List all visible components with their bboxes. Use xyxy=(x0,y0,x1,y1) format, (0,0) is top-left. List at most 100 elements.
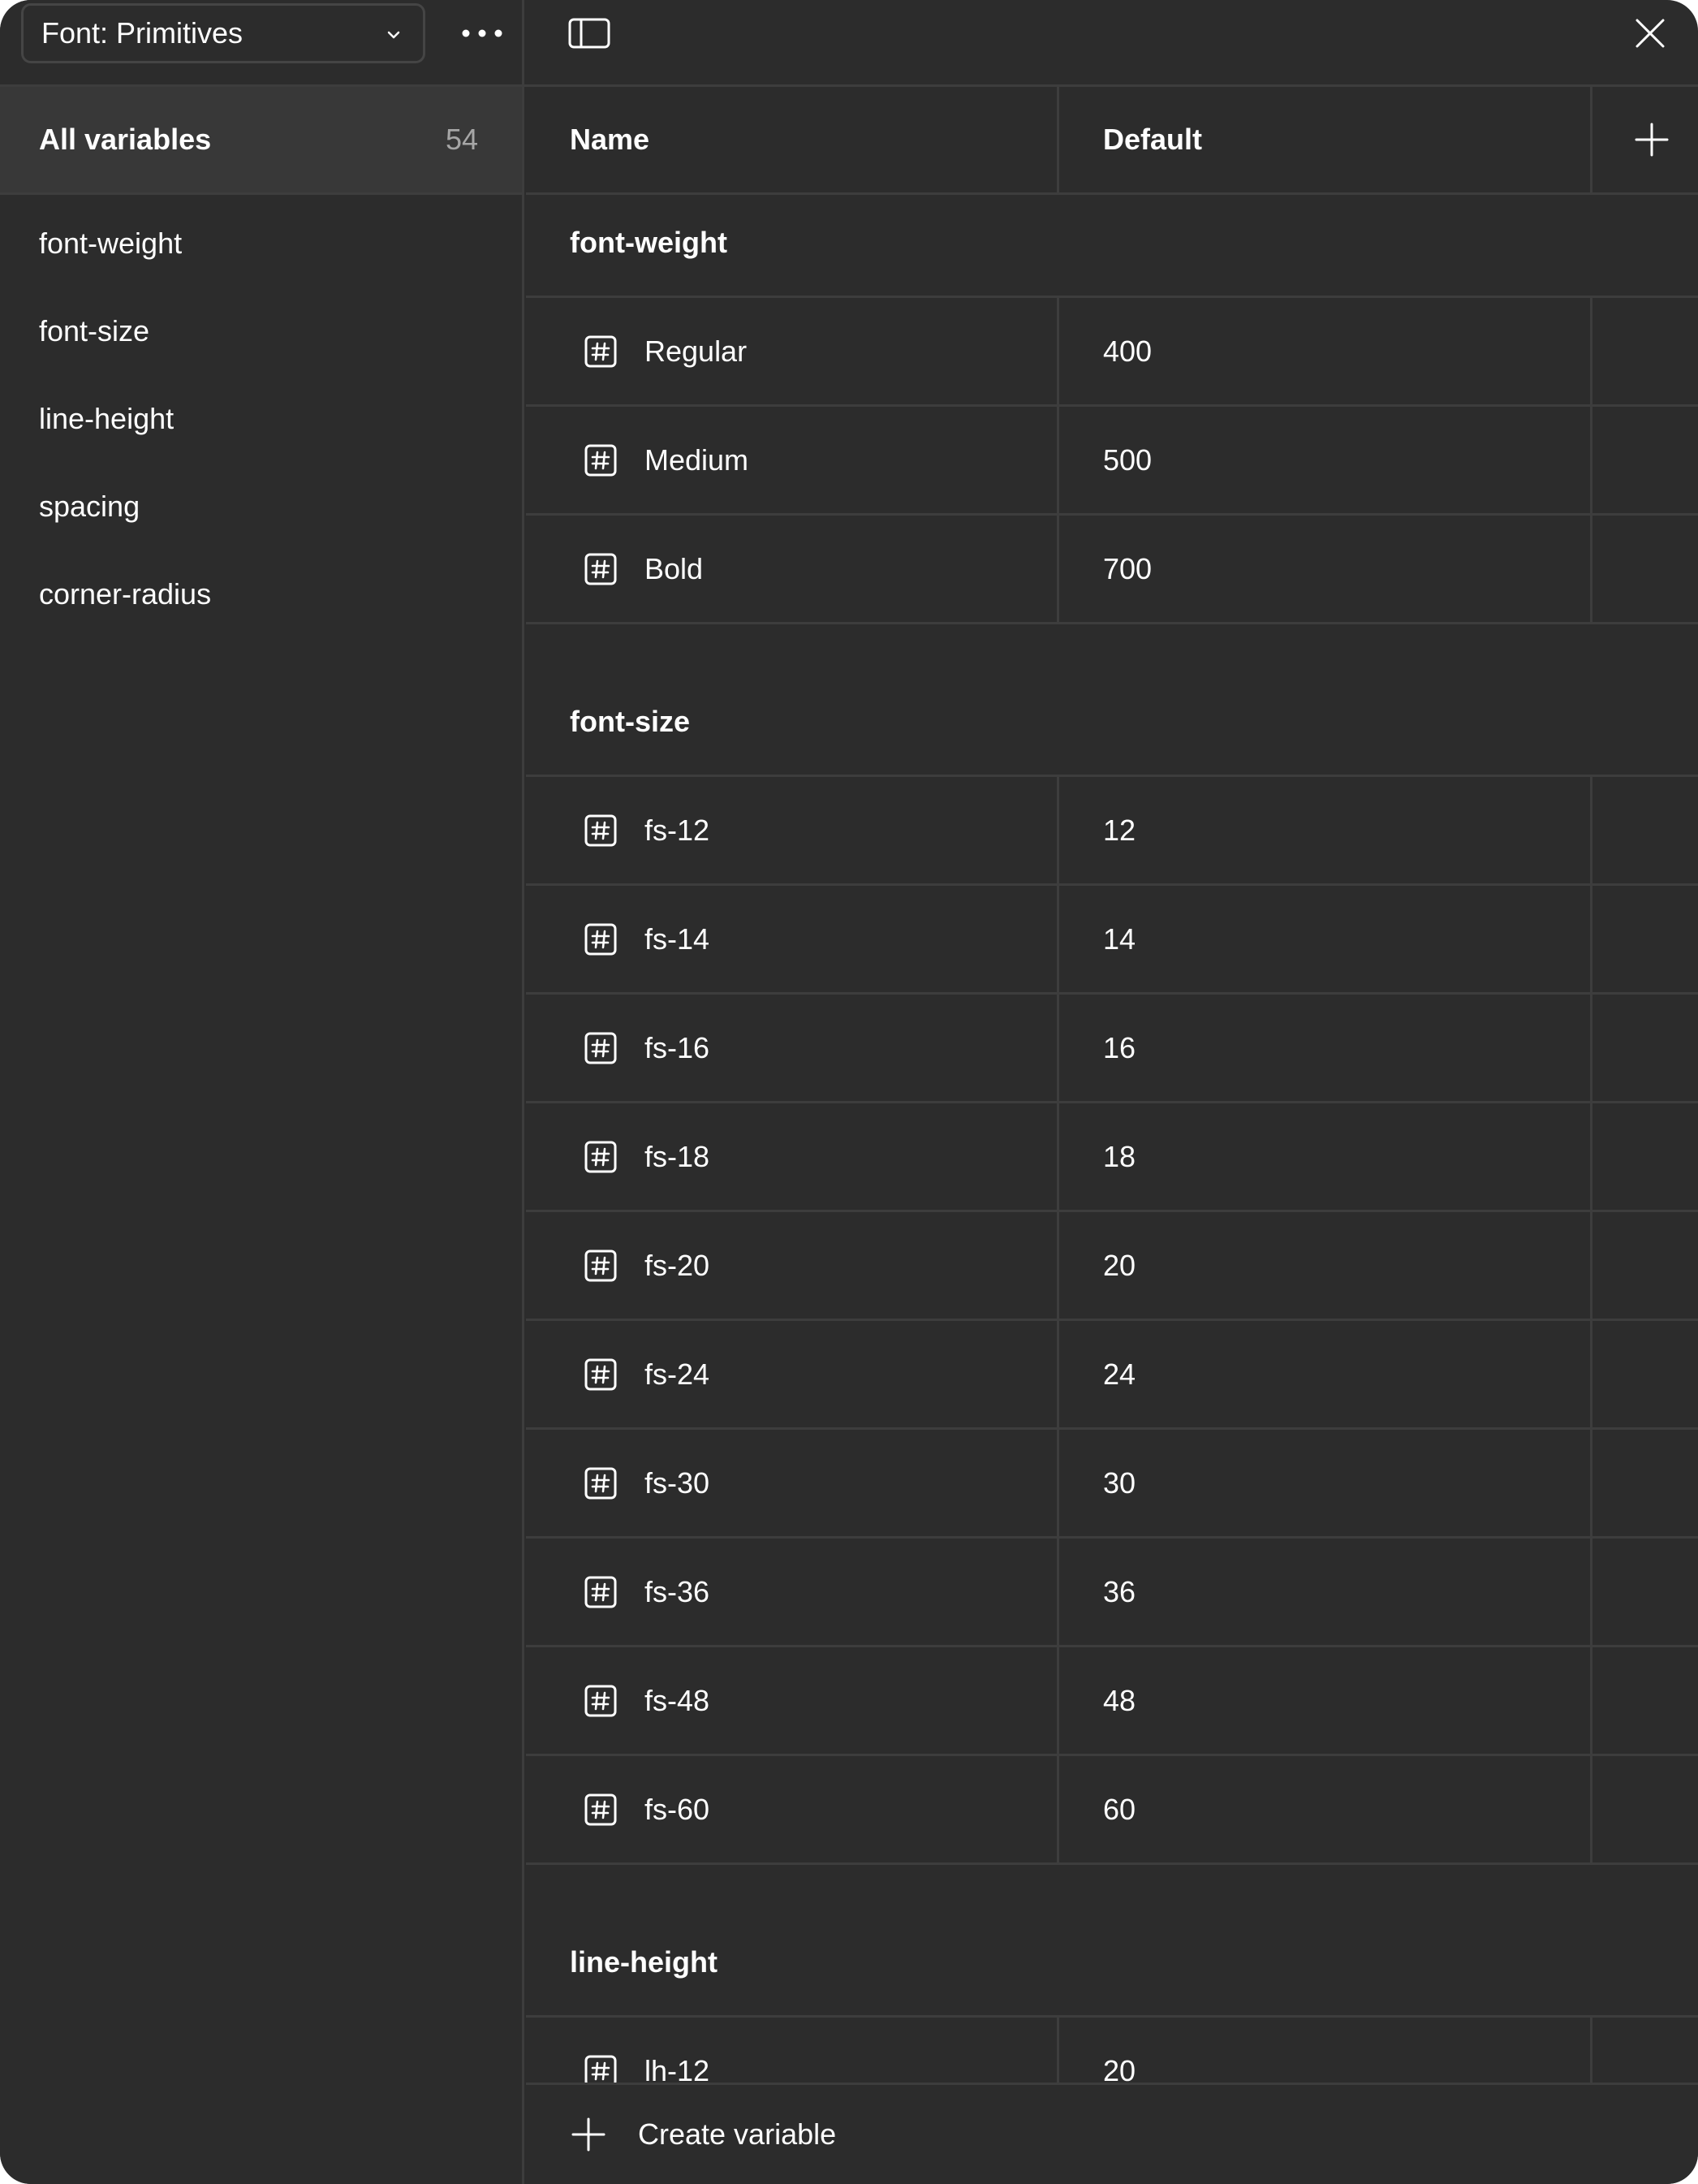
variable-name: fs-14 xyxy=(644,922,710,956)
name-cell: fs-12 xyxy=(526,777,1059,883)
variables-window: Font: Primitives All variables 54 font-w… xyxy=(0,0,1698,2184)
sidebar-item-font-weight[interactable]: font-weight xyxy=(0,218,522,305)
table-header: Name Default xyxy=(526,87,1698,195)
variable-value[interactable]: 400 xyxy=(1059,298,1592,404)
variable-value[interactable]: 700 xyxy=(1059,516,1592,622)
all-variables-count: 54 xyxy=(445,123,478,156)
variable-name: fs-60 xyxy=(644,1792,710,1826)
group-title-line-height: line-height xyxy=(526,1865,1698,2018)
sidebar-item-font-size[interactable]: font-size xyxy=(0,305,522,393)
variable-name: Regular xyxy=(644,334,748,368)
table-row[interactable]: fs-60 60 xyxy=(526,1756,1698,1865)
name-cell: Regular xyxy=(526,298,1059,404)
table-row[interactable]: fs-48 48 xyxy=(526,1647,1698,1756)
main-panel: Name Default font-weight Regular 400 Med… xyxy=(526,0,1698,2184)
number-variable-icon xyxy=(584,1576,617,1608)
empty-cell xyxy=(1592,1430,1698,1536)
name-cell: Bold xyxy=(526,516,1059,622)
variable-value[interactable]: 12 xyxy=(1059,777,1592,883)
table-row[interactable]: fs-36 36 xyxy=(526,1539,1698,1647)
name-cell: fs-48 xyxy=(526,1647,1059,1754)
variables-table: Name Default font-weight Regular 400 Med… xyxy=(526,87,1698,2126)
variable-name: fs-12 xyxy=(644,813,710,847)
number-variable-icon xyxy=(584,814,617,846)
variable-name: fs-36 xyxy=(644,1574,710,1608)
table-row[interactable]: fs-16 16 xyxy=(526,995,1698,1103)
table-row[interactable]: fs-30 30 xyxy=(526,1430,1698,1539)
empty-cell xyxy=(1592,1212,1698,1319)
variable-value[interactable]: 16 xyxy=(1059,995,1592,1101)
plus-icon xyxy=(571,2117,606,2152)
group-title-font-size: font-size xyxy=(526,624,1698,777)
empty-cell xyxy=(1592,1321,1698,1427)
empty-cell xyxy=(1592,516,1698,622)
variable-value[interactable]: 30 xyxy=(1059,1430,1592,1536)
sidebar-item-corner-radius[interactable]: corner-radius xyxy=(0,568,522,656)
table-row[interactable]: fs-12 12 xyxy=(526,777,1698,886)
collection-dropdown[interactable]: Font: Primitives xyxy=(21,3,425,63)
number-variable-icon xyxy=(584,1141,617,1172)
plus-icon[interactable] xyxy=(1635,123,1669,157)
empty-cell xyxy=(1592,886,1698,992)
table-row[interactable]: fs-24 24 xyxy=(526,1321,1698,1430)
variable-value[interactable]: 20 xyxy=(1059,1212,1592,1319)
collection-name: Font: Primitives xyxy=(41,16,243,50)
variable-value[interactable]: 14 xyxy=(1059,886,1592,992)
name-cell: fs-18 xyxy=(526,1103,1059,1210)
number-variable-icon xyxy=(584,553,617,585)
empty-cell xyxy=(1592,407,1698,513)
empty-cell xyxy=(1592,1539,1698,1645)
variable-name: Medium xyxy=(644,442,749,477)
number-variable-icon xyxy=(584,1358,617,1390)
name-cell: Medium xyxy=(526,407,1059,513)
all-variables-item[interactable]: All variables 54 xyxy=(0,87,522,195)
empty-cell xyxy=(1592,777,1698,883)
column-header-name: Name xyxy=(526,87,1059,192)
variable-value[interactable]: 60 xyxy=(1059,1756,1592,1862)
table-row[interactable]: Medium 500 xyxy=(526,407,1698,516)
name-cell: fs-36 xyxy=(526,1539,1059,1645)
number-variable-icon xyxy=(584,1250,617,1281)
table-row[interactable]: fs-14 14 xyxy=(526,886,1698,995)
variable-value[interactable]: 18 xyxy=(1059,1103,1592,1210)
table-row[interactable]: Bold 700 xyxy=(526,516,1698,624)
number-variable-icon xyxy=(584,444,617,476)
name-cell: fs-24 xyxy=(526,1321,1059,1427)
number-variable-icon xyxy=(584,1032,617,1064)
column-header-default: Default xyxy=(1059,87,1592,192)
table-row[interactable]: fs-20 20 xyxy=(526,1212,1698,1321)
number-variable-icon xyxy=(584,923,617,955)
table-row[interactable]: Regular 400 xyxy=(526,298,1698,407)
name-cell: fs-16 xyxy=(526,995,1059,1101)
variable-value[interactable]: 48 xyxy=(1059,1647,1592,1754)
sidebar-toggle-icon[interactable] xyxy=(568,18,610,49)
name-cell: fs-20 xyxy=(526,1212,1059,1319)
add-mode-cell xyxy=(1592,87,1698,192)
number-variable-icon xyxy=(584,1467,617,1499)
variable-name: fs-48 xyxy=(644,1683,710,1717)
empty-cell xyxy=(1592,1756,1698,1862)
sidebar-item-line-height[interactable]: line-height xyxy=(0,393,522,481)
variable-value[interactable]: 500 xyxy=(1059,407,1592,513)
group-list: font-weight font-size line-height spacin… xyxy=(0,218,522,656)
more-icon[interactable] xyxy=(451,11,513,55)
close-icon[interactable] xyxy=(1635,18,1666,49)
sidebar: Font: Primitives All variables 54 font-w… xyxy=(0,0,524,2184)
variable-name: fs-18 xyxy=(644,1139,710,1173)
create-variable-button[interactable]: Create variable xyxy=(526,2083,1698,2184)
all-variables-label: All variables xyxy=(39,123,212,156)
chevron-down-icon xyxy=(387,31,400,39)
number-variable-icon xyxy=(584,1793,617,1825)
variable-name: Bold xyxy=(644,551,704,585)
empty-cell xyxy=(1592,1103,1698,1210)
number-variable-icon xyxy=(584,1685,617,1716)
variable-value[interactable]: 24 xyxy=(1059,1321,1592,1427)
sidebar-item-spacing[interactable]: spacing xyxy=(0,481,522,568)
variable-name: fs-24 xyxy=(644,1357,710,1391)
name-cell: fs-30 xyxy=(526,1430,1059,1536)
variable-name: fs-16 xyxy=(644,1030,710,1064)
empty-cell xyxy=(1592,995,1698,1101)
variable-value[interactable]: 36 xyxy=(1059,1539,1592,1645)
table-row[interactable]: fs-18 18 xyxy=(526,1103,1698,1212)
group-title-font-weight: font-weight xyxy=(526,195,1698,298)
